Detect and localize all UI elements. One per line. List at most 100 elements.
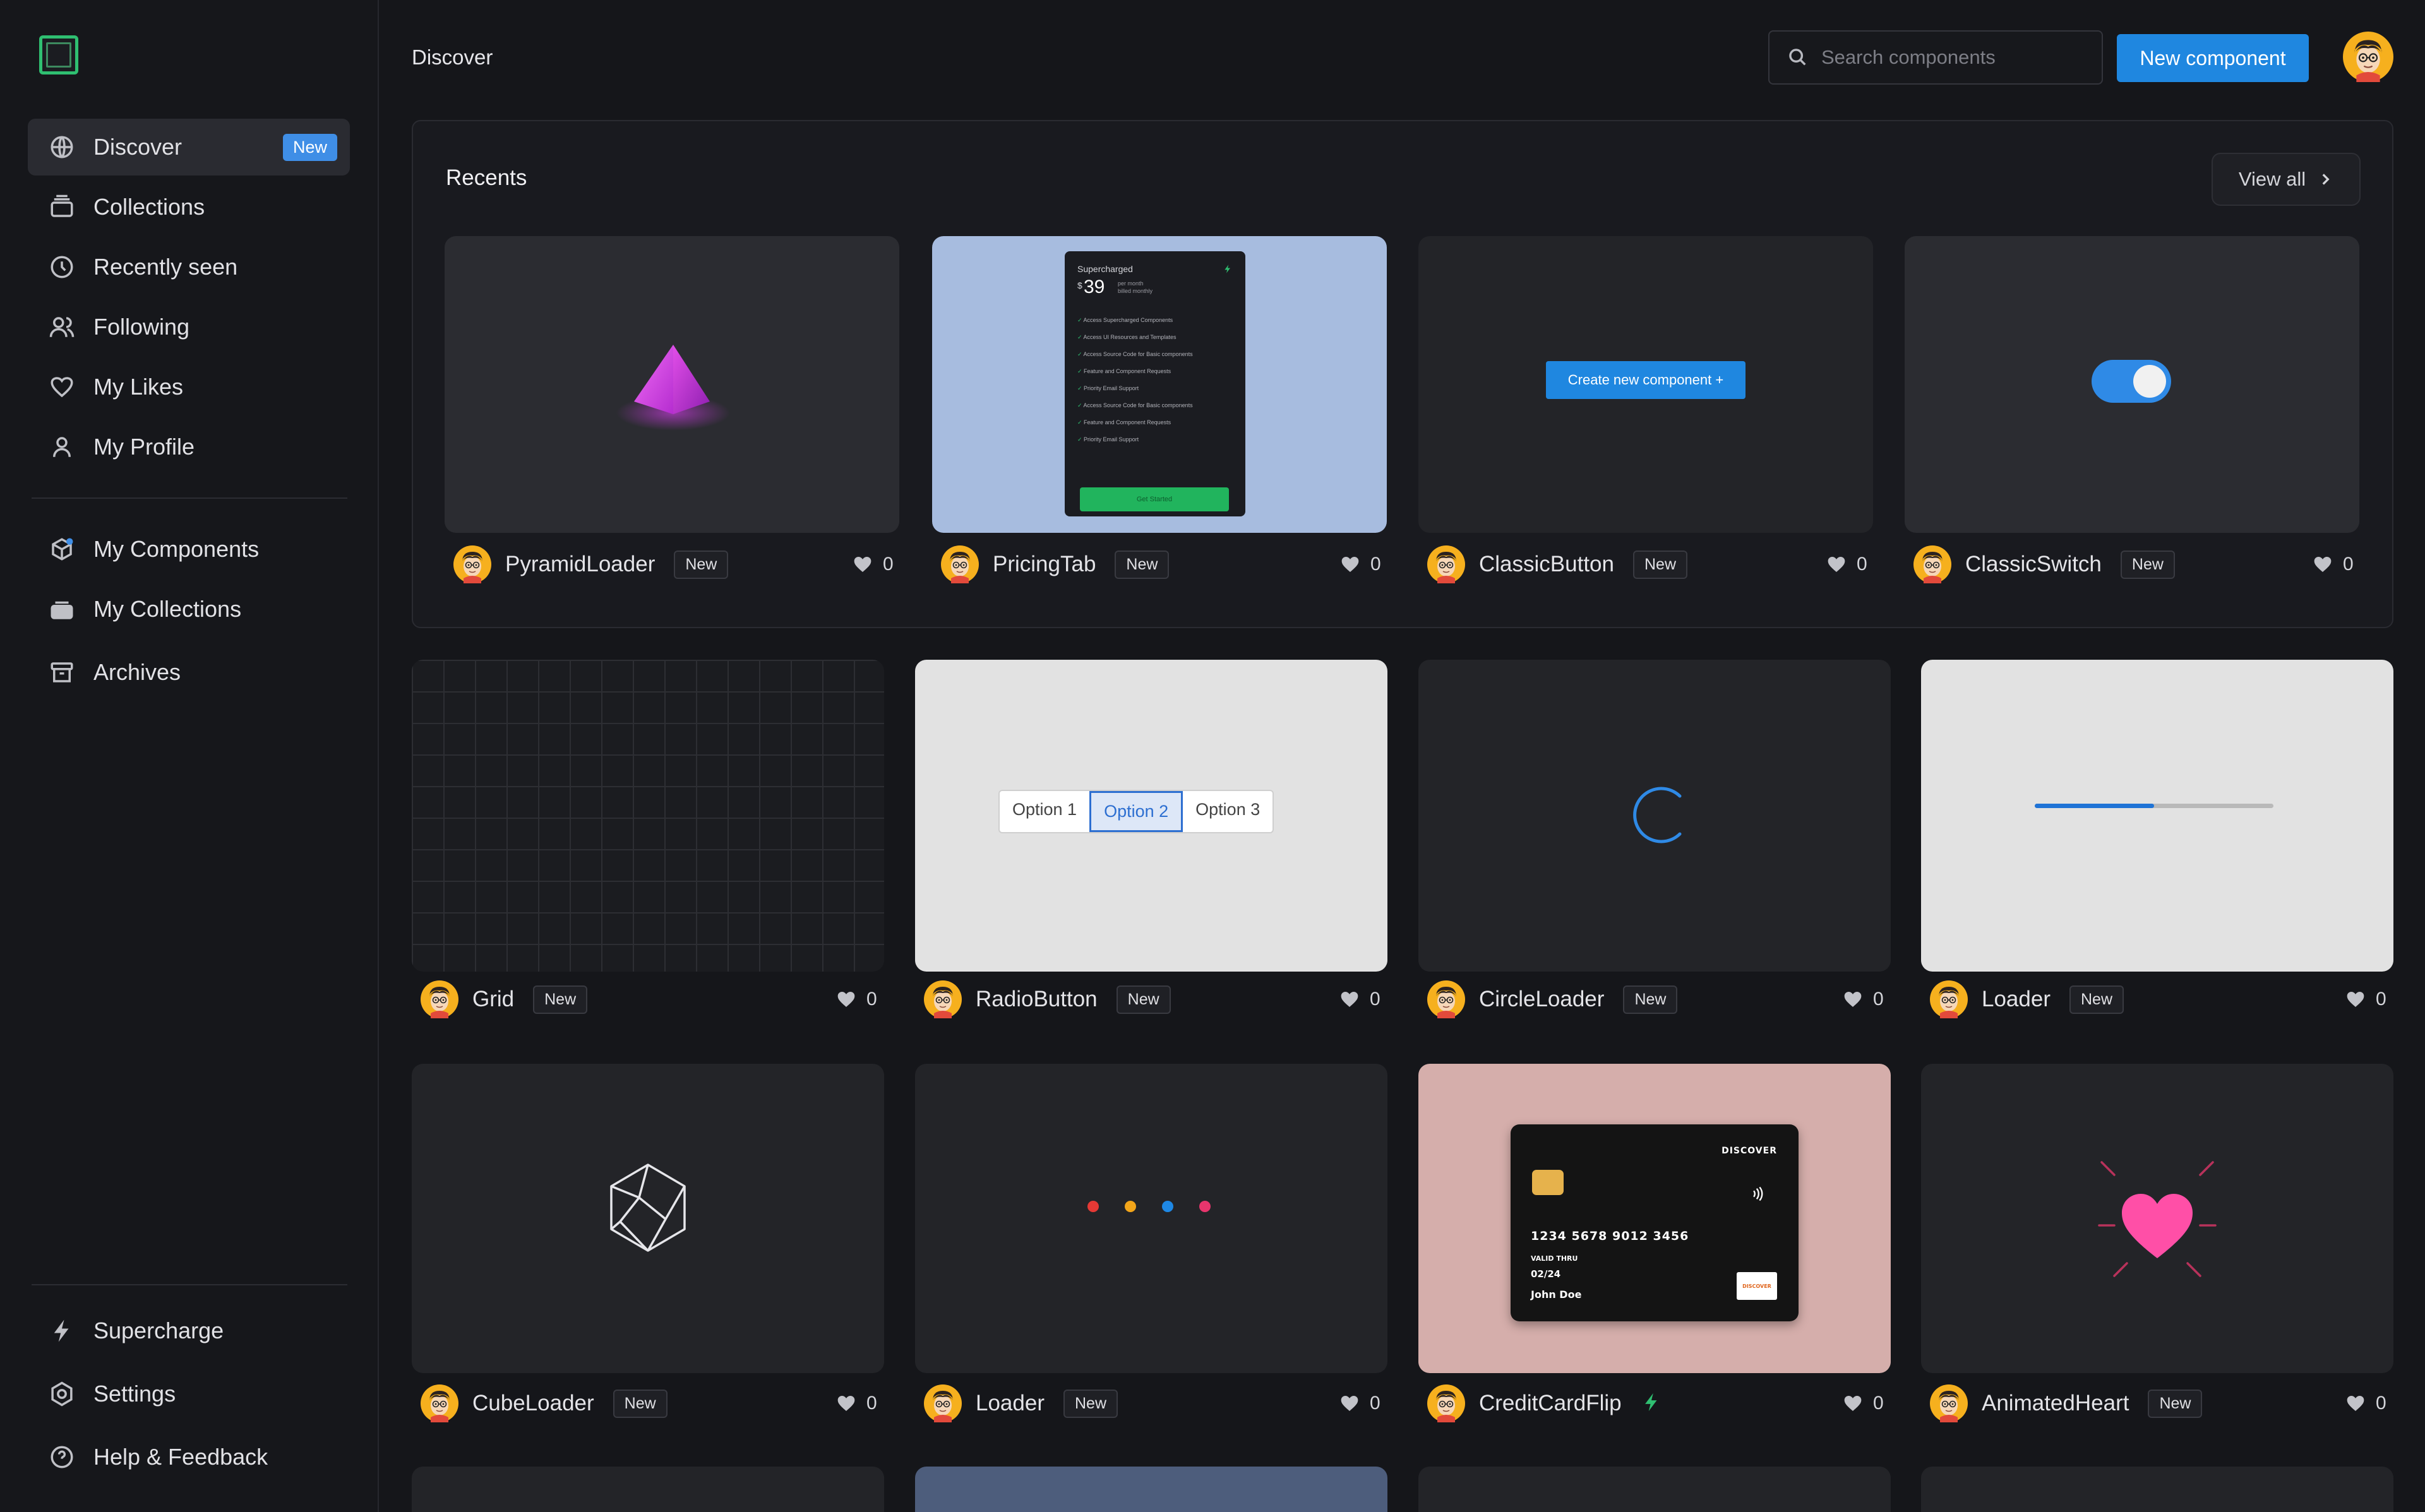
pricing-feature: ✓ Access Source Code for Basic component…: [1077, 351, 1193, 357]
author-avatar[interactable]: [1427, 545, 1465, 583]
toggle-switch[interactable]: [2092, 360, 2171, 403]
radio-button-preview[interactable]: Option 1 Option 2 Option 3: [915, 660, 1387, 972]
view-all-button[interactable]: View all: [2212, 153, 2361, 206]
like-button[interactable]: 0: [2345, 980, 2386, 1018]
classic-button-preview[interactable]: Create new component +: [1418, 236, 1873, 533]
like-button[interactable]: 0: [1340, 545, 1381, 583]
component-name[interactable]: Loader: [976, 1391, 1045, 1416]
component-name[interactable]: ClassicButton: [1479, 552, 1614, 577]
sidebar-item-recently-seen[interactable]: Recently seen: [28, 239, 350, 295]
like-button[interactable]: 0: [1826, 545, 1867, 583]
cube-icon: [610, 1164, 686, 1252]
component-name[interactable]: CubeLoader: [472, 1391, 594, 1416]
card-valid-label: VALID THRU: [1531, 1254, 1578, 1263]
pricing-feature: ✓ Feature and Component Requests: [1077, 368, 1171, 374]
sidebar-item-label: My Likes: [93, 374, 184, 400]
author-avatar[interactable]: [453, 545, 491, 583]
search-icon: [1789, 49, 1806, 66]
heart-icon: [1339, 989, 1360, 1009]
component-name[interactable]: Grid: [472, 987, 514, 1012]
sidebar-item-discover[interactable]: Discover New: [28, 119, 350, 176]
classic-switch-preview[interactable]: [1905, 236, 2359, 533]
author-avatar[interactable]: [941, 545, 979, 583]
loader-preview[interactable]: [1921, 660, 2393, 972]
author-avatar[interactable]: [924, 980, 962, 1018]
new-component-button[interactable]: New component: [2117, 34, 2309, 82]
heart-icon: [1843, 1393, 1863, 1414]
folder-stack-icon: [47, 594, 77, 624]
pricing-feature: ✓ Access UI Resources and Templates: [1077, 334, 1177, 340]
loader-dot: [1199, 1201, 1211, 1212]
component-name[interactable]: PricingTab: [993, 552, 1096, 577]
component-name[interactable]: ClassicSwitch: [1965, 552, 2102, 577]
component-card-preview[interactable]: [915, 1467, 1387, 1512]
get-started-button[interactable]: Get Started: [1080, 487, 1229, 511]
component-card-preview[interactable]: [1418, 1467, 1891, 1512]
component-name[interactable]: CreditCardFlip: [1479, 1391, 1622, 1416]
sidebar-item-my-collections[interactable]: My Collections: [28, 581, 350, 638]
like-button[interactable]: 0: [1843, 980, 1884, 1018]
dots-loader-preview[interactable]: [915, 1064, 1387, 1373]
sidebar-item-my-components[interactable]: My Components: [28, 521, 350, 578]
recents-title: Recents: [446, 165, 527, 190]
archive-icon: [47, 657, 77, 688]
component-name[interactable]: Loader: [1982, 987, 2051, 1012]
like-count: 0: [2376, 1393, 2386, 1414]
pricing-tab-preview[interactable]: Supercharged $ 39 per month billed month…: [932, 236, 1387, 533]
author-avatar[interactable]: [1930, 980, 1968, 1018]
heart-icon: [836, 989, 856, 1009]
author-avatar[interactable]: [421, 1384, 458, 1422]
sidebar-item-archives[interactable]: Archives: [28, 644, 350, 701]
create-component-button[interactable]: Create new component +: [1546, 361, 1745, 399]
heart-icon: [47, 372, 77, 402]
radio-option[interactable]: Option 3: [1183, 791, 1272, 832]
like-button[interactable]: 0: [2345, 1384, 2386, 1422]
radio-option-selected[interactable]: Option 2: [1089, 791, 1183, 832]
toggle-knob: [2133, 365, 2166, 398]
like-button[interactable]: 0: [836, 980, 877, 1018]
new-badge: New: [1623, 985, 1678, 1014]
pyramid-loader-preview[interactable]: [445, 236, 899, 533]
component-name[interactable]: RadioButton: [976, 987, 1098, 1012]
like-button[interactable]: 0: [2313, 545, 2354, 583]
like-button[interactable]: 0: [1339, 1384, 1380, 1422]
author-avatar[interactable]: [1427, 980, 1465, 1018]
author-avatar[interactable]: [924, 1384, 962, 1422]
user-avatar[interactable]: [2343, 32, 2393, 82]
bolt-icon: [1641, 1391, 1662, 1416]
search-input[interactable]: [1821, 46, 2074, 69]
like-button[interactable]: 0: [1843, 1384, 1884, 1422]
author-avatar[interactable]: [421, 980, 458, 1018]
sidebar-item-settings[interactable]: Settings: [28, 1366, 350, 1422]
sidebar-item-help[interactable]: Help & Feedback: [28, 1429, 350, 1485]
sidebar-item-collections[interactable]: Collections: [28, 179, 350, 235]
card-number: 1234 5678 9012 3456: [1531, 1229, 1689, 1243]
author-avatar[interactable]: [1930, 1384, 1968, 1422]
sidebar-item-supercharge[interactable]: Supercharge: [28, 1302, 350, 1359]
new-badge: New: [674, 550, 729, 579]
credit-card-flip-preview[interactable]: DISCOVER 1234 5678 9012 3456 VALID THRU …: [1418, 1064, 1891, 1373]
component-name[interactable]: AnimatedHeart: [1982, 1391, 2129, 1416]
sidebar-item-my-likes[interactable]: My Likes: [28, 359, 350, 415]
app-logo[interactable]: [39, 35, 78, 74]
search-box[interactable]: [1768, 30, 2103, 85]
like-button[interactable]: 0: [853, 545, 894, 583]
grid-preview[interactable]: [412, 660, 884, 972]
animated-heart-preview[interactable]: [1921, 1064, 2393, 1373]
component-name[interactable]: CircleLoader: [1479, 987, 1604, 1012]
sidebar-item-following[interactable]: Following: [28, 299, 350, 355]
author-avatar[interactable]: [1913, 545, 1951, 583]
like-button[interactable]: 0: [1339, 980, 1380, 1018]
sidebar-item-my-profile[interactable]: My Profile: [28, 419, 350, 475]
like-button[interactable]: 0: [836, 1384, 877, 1422]
component-card-preview[interactable]: [1921, 1467, 2393, 1512]
cube-loader-preview[interactable]: [412, 1064, 884, 1373]
component-card-preview[interactable]: [412, 1467, 884, 1512]
view-all-label: View all: [2238, 168, 2306, 190]
author-avatar[interactable]: [1427, 1384, 1465, 1422]
radio-option[interactable]: Option 1: [1000, 791, 1089, 832]
like-count: 0: [866, 1393, 877, 1414]
component-name[interactable]: PyramidLoader: [505, 552, 655, 577]
contactless-icon: [1753, 1186, 1763, 1201]
circle-loader-preview[interactable]: [1418, 660, 1891, 972]
